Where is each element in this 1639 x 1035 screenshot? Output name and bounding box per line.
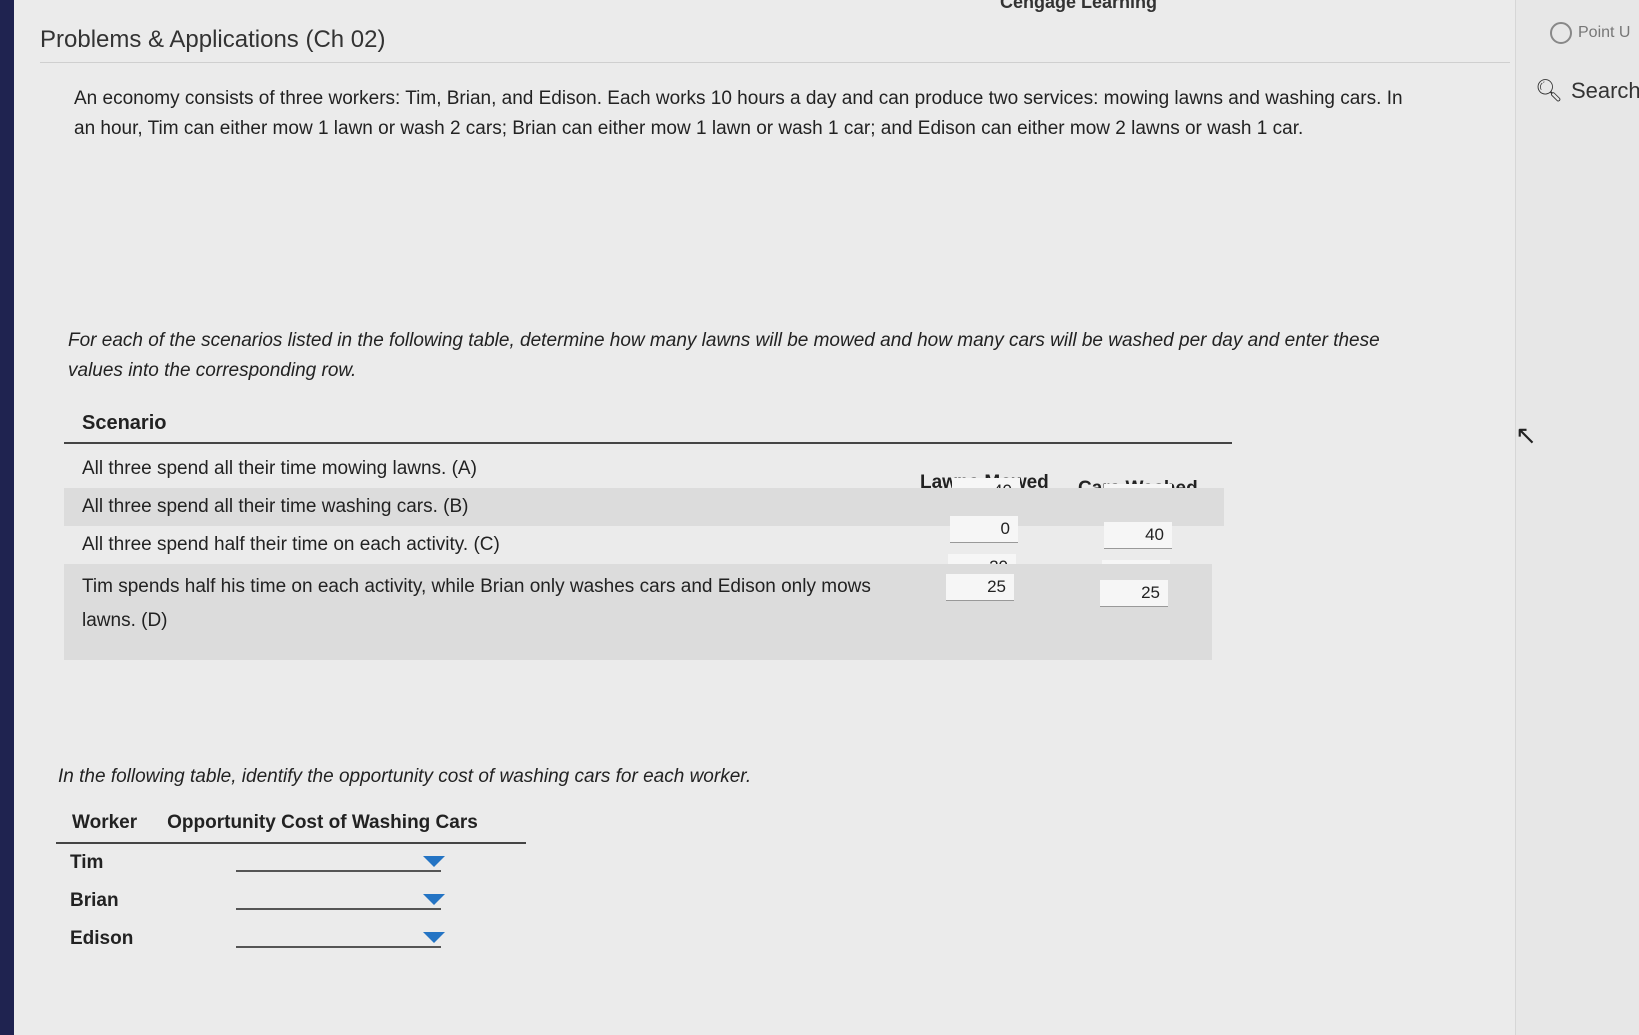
worker-name: Tim xyxy=(70,852,104,873)
worker-name: Edison xyxy=(70,928,134,949)
table-row: All three spend all their time mowing la… xyxy=(64,450,1224,511)
chevron-down-icon xyxy=(423,894,445,905)
chevron-down-icon xyxy=(423,856,445,867)
table-row: Tim spends half his time on each activit… xyxy=(64,564,1212,660)
cost-column-header: Opportunity Cost of Washing Cars xyxy=(167,812,478,833)
top-banner-title: Cengage Learning xyxy=(1000,0,1158,12)
search-button[interactable]: 🔍︎ Search xyxy=(1535,78,1639,104)
points-icon xyxy=(1550,22,1572,44)
search-icon: 🔍︎ xyxy=(1535,78,1563,103)
scenario-header: Scenario xyxy=(64,412,1232,444)
search-label: Search xyxy=(1570,78,1639,103)
points-label: Point U xyxy=(1578,24,1631,41)
problem-intro: An economy consists of three workers: Ti… xyxy=(74,88,1403,139)
left-window-edge xyxy=(0,0,14,1035)
opportunity-cost-dropdown[interactable] xyxy=(236,850,445,872)
scenario-label: Tim spends half his time on each activit… xyxy=(82,576,871,631)
header-divider xyxy=(40,62,1510,63)
table-row: All three spend all their time washing c… xyxy=(64,488,1224,549)
worker-row-edison: Edison xyxy=(56,920,526,958)
scenario-label: All three spend half their time on each … xyxy=(82,534,500,555)
right-sidebar xyxy=(1515,0,1639,1035)
points-button[interactable]: Point U xyxy=(1550,22,1630,44)
worker-row-tim: Tim xyxy=(56,844,526,882)
worker-row-brian: Brian xyxy=(56,882,526,920)
table-row: All three spend half their time on each … xyxy=(64,526,1224,587)
cars-input[interactable]: 25 xyxy=(1100,580,1168,607)
opportunity-table: Worker Opportunity Cost of Washing Cars … xyxy=(56,812,526,958)
opportunity-instructions: In the following table, identify the opp… xyxy=(58,766,752,787)
mouse-cursor-icon: ↖ xyxy=(1515,420,1537,450)
lawns-input[interactable]: 25 xyxy=(946,574,1014,601)
page-title: Problems & Applications (Ch 02) xyxy=(40,26,386,53)
scenario-label: All three spend all their time mowing la… xyxy=(82,458,477,479)
scenario-column-header: Scenario xyxy=(82,412,167,434)
opportunity-header: Worker Opportunity Cost of Washing Cars xyxy=(56,812,526,844)
worker-name: Brian xyxy=(70,890,119,911)
scenario-table: Scenario Lawns Mowed Cars Washed All thr… xyxy=(64,412,1232,660)
worker-column-header: Worker xyxy=(72,812,138,833)
chevron-down-icon xyxy=(423,932,445,943)
scenario-label: All three spend all their time washing c… xyxy=(82,496,469,517)
opportunity-cost-dropdown[interactable] xyxy=(236,888,445,910)
opportunity-cost-dropdown[interactable] xyxy=(236,926,445,948)
scenario-instructions: For each of the scenarios listed in the … xyxy=(68,330,1380,381)
